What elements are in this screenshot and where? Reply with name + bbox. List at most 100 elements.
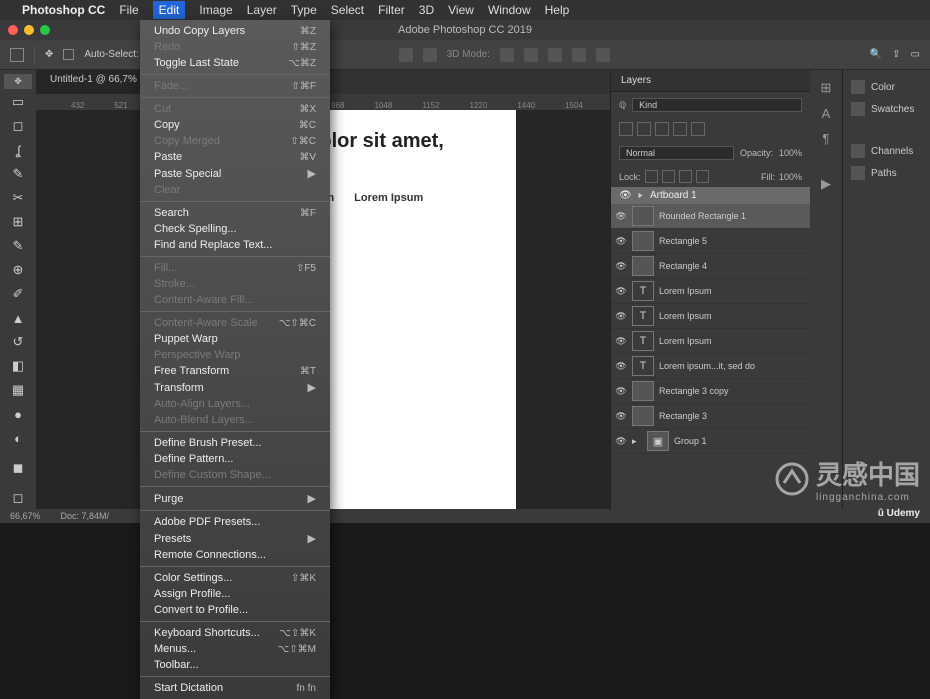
slide-3d-icon[interactable]: [572, 48, 586, 62]
distribute-icon[interactable]: [423, 48, 437, 62]
filter-kind-select[interactable]: Kind: [632, 98, 802, 112]
frame-tool[interactable]: ⊞: [4, 211, 32, 233]
workspace-icon[interactable]: ▭: [911, 49, 920, 60]
menu-item[interactable]: Toolbar...: [140, 657, 330, 673]
menu-layer[interactable]: Layer: [247, 3, 277, 17]
layer-row[interactable]: 👁Rectangle 4: [611, 254, 810, 279]
collapsed-panel-color[interactable]: Color: [851, 80, 922, 94]
layer-row[interactable]: 👁Rectangle 3: [611, 404, 810, 429]
share-icon[interactable]: ⇪: [892, 49, 900, 60]
orbit-3d-icon[interactable]: [500, 48, 514, 62]
pan-3d-icon[interactable]: [548, 48, 562, 62]
minimize-window-icon[interactable]: [24, 25, 34, 35]
menu-view[interactable]: View: [448, 3, 474, 17]
blur-tool[interactable]: ●: [4, 403, 32, 425]
visibility-toggle-icon[interactable]: 👁: [615, 386, 627, 397]
menu-item[interactable]: Color Settings...⇧⌘K: [140, 570, 330, 586]
zoom-3d-icon[interactable]: [596, 48, 610, 62]
visibility-toggle-icon[interactable]: 👁: [615, 336, 627, 347]
brush-tool[interactable]: ✐: [4, 283, 32, 305]
opacity-value[interactable]: 100%: [779, 148, 802, 158]
stamp-tool[interactable]: ▲: [4, 307, 32, 329]
app-name[interactable]: Photoshop CC: [22, 3, 105, 17]
blend-mode-select[interactable]: Normal: [619, 146, 734, 160]
layers-tab[interactable]: Layers: [621, 75, 651, 86]
menu-item[interactable]: Define Pattern...: [140, 451, 330, 467]
zoom-level[interactable]: 66,67%: [10, 511, 41, 521]
lock-position-icon[interactable]: [662, 170, 675, 183]
visibility-toggle-icon[interactable]: 👁: [615, 411, 627, 422]
play-icon[interactable]: ▶: [821, 176, 831, 192]
menu-select[interactable]: Select: [331, 3, 364, 17]
move-tool-icon[interactable]: ✥: [45, 49, 53, 60]
align-icon[interactable]: [399, 48, 413, 62]
marquee-tool[interactable]: ◻: [4, 115, 32, 137]
artboard-tool[interactable]: ▭: [4, 91, 32, 113]
menu-item[interactable]: Convert to Profile...: [140, 602, 330, 618]
menu-item[interactable]: Remote Connections...: [140, 547, 330, 563]
search-icon[interactable]: 🔍: [870, 49, 882, 60]
visibility-toggle-icon[interactable]: 👁: [615, 311, 627, 322]
visibility-toggle-icon[interactable]: 👁: [615, 236, 627, 247]
filter-pixel-icon[interactable]: [619, 122, 633, 136]
history-brush-tool[interactable]: ↺: [4, 331, 32, 353]
filter-adjustment-icon[interactable]: [637, 122, 651, 136]
eraser-tool[interactable]: ◧: [4, 355, 32, 377]
menu-item[interactable]: Start Dictationfn fn: [140, 680, 330, 696]
crop-tool[interactable]: ✂: [4, 187, 32, 209]
layer-row[interactable]: 👁Rounded Rectangle 1: [611, 204, 810, 229]
filter-smart-icon[interactable]: [691, 122, 705, 136]
menu-item[interactable]: Presets▶: [140, 530, 330, 547]
menu-item[interactable]: Adobe PDF Presets...: [140, 514, 330, 530]
layer-row[interactable]: 👁▸▣Group 1: [611, 429, 810, 454]
fill-value[interactable]: 100%: [779, 172, 802, 182]
visibility-toggle-icon[interactable]: 👁: [615, 361, 627, 372]
menu-item[interactable]: Paste⌘V: [140, 149, 330, 165]
visibility-toggle-icon[interactable]: 👁: [615, 286, 627, 297]
layer-row[interactable]: 👁Rectangle 5: [611, 229, 810, 254]
menu-item[interactable]: Copy⌘C: [140, 117, 330, 133]
foreground-background-colors[interactable]: ◼: [4, 457, 32, 479]
menu-item[interactable]: Puppet Warp: [140, 331, 330, 347]
home-icon[interactable]: [10, 48, 24, 62]
menu-item[interactable]: Check Spelling...: [140, 221, 330, 237]
visibility-toggle-icon[interactable]: 👁: [615, 261, 627, 272]
menu-item[interactable]: Assign Profile...: [140, 586, 330, 602]
lock-all-icon[interactable]: [696, 170, 709, 183]
quick-mask-toggle[interactable]: ◻: [4, 487, 32, 509]
collapsed-panel-swatches[interactable]: Swatches: [851, 102, 922, 116]
menu-item[interactable]: Keyboard Shortcuts...⌥⇧⌘K: [140, 625, 330, 641]
character-panel-icon[interactable]: A: [822, 106, 831, 121]
menu-item[interactable]: Purge▶: [140, 490, 330, 507]
menu-item[interactable]: Toggle Last State⌥⌘Z: [140, 55, 330, 71]
dodge-tool[interactable]: ◐: [4, 427, 32, 449]
menu-item[interactable]: Menus...⌥⇧⌘M: [140, 641, 330, 657]
visibility-toggle-icon[interactable]: 👁: [615, 211, 627, 222]
roll-3d-icon[interactable]: [524, 48, 538, 62]
collapsed-panel-channels[interactable]: Channels: [851, 144, 922, 158]
layer-row[interactable]: 👁TLorem Ipsum: [611, 329, 810, 354]
menu-window[interactable]: Window: [488, 3, 531, 17]
lock-artboard-icon[interactable]: [679, 170, 692, 183]
filter-shape-icon[interactable]: [673, 122, 687, 136]
lasso-tool[interactable]: ʆ: [4, 139, 32, 161]
menu-filter[interactable]: Filter: [378, 3, 405, 17]
menu-item[interactable]: Paste Special▶: [140, 165, 330, 182]
zoom-window-icon[interactable]: [40, 25, 50, 35]
menu-item[interactable]: Define Brush Preset...: [140, 435, 330, 451]
menu-item[interactable]: Free Transform⌘T: [140, 363, 330, 379]
visibility-toggle-icon[interactable]: 👁: [615, 436, 627, 447]
filter-text-icon[interactable]: [655, 122, 669, 136]
menu-image[interactable]: Image: [199, 3, 232, 17]
menu-3d[interactable]: 3D: [419, 3, 434, 17]
quick-select-tool[interactable]: ✎: [4, 163, 32, 185]
close-window-icon[interactable]: [8, 25, 18, 35]
menu-type[interactable]: Type: [291, 3, 317, 17]
menu-help[interactable]: Help: [545, 3, 570, 17]
history-panel-icon[interactable]: ⊞: [821, 80, 832, 96]
eyedropper-tool[interactable]: ✎: [4, 235, 32, 257]
lock-pixels-icon[interactable]: [645, 170, 658, 183]
auto-select-checkbox[interactable]: [63, 49, 74, 60]
menu-item[interactable]: Transform▶: [140, 379, 330, 396]
menu-item[interactable]: Undo Copy Layers⌘Z: [140, 23, 330, 39]
